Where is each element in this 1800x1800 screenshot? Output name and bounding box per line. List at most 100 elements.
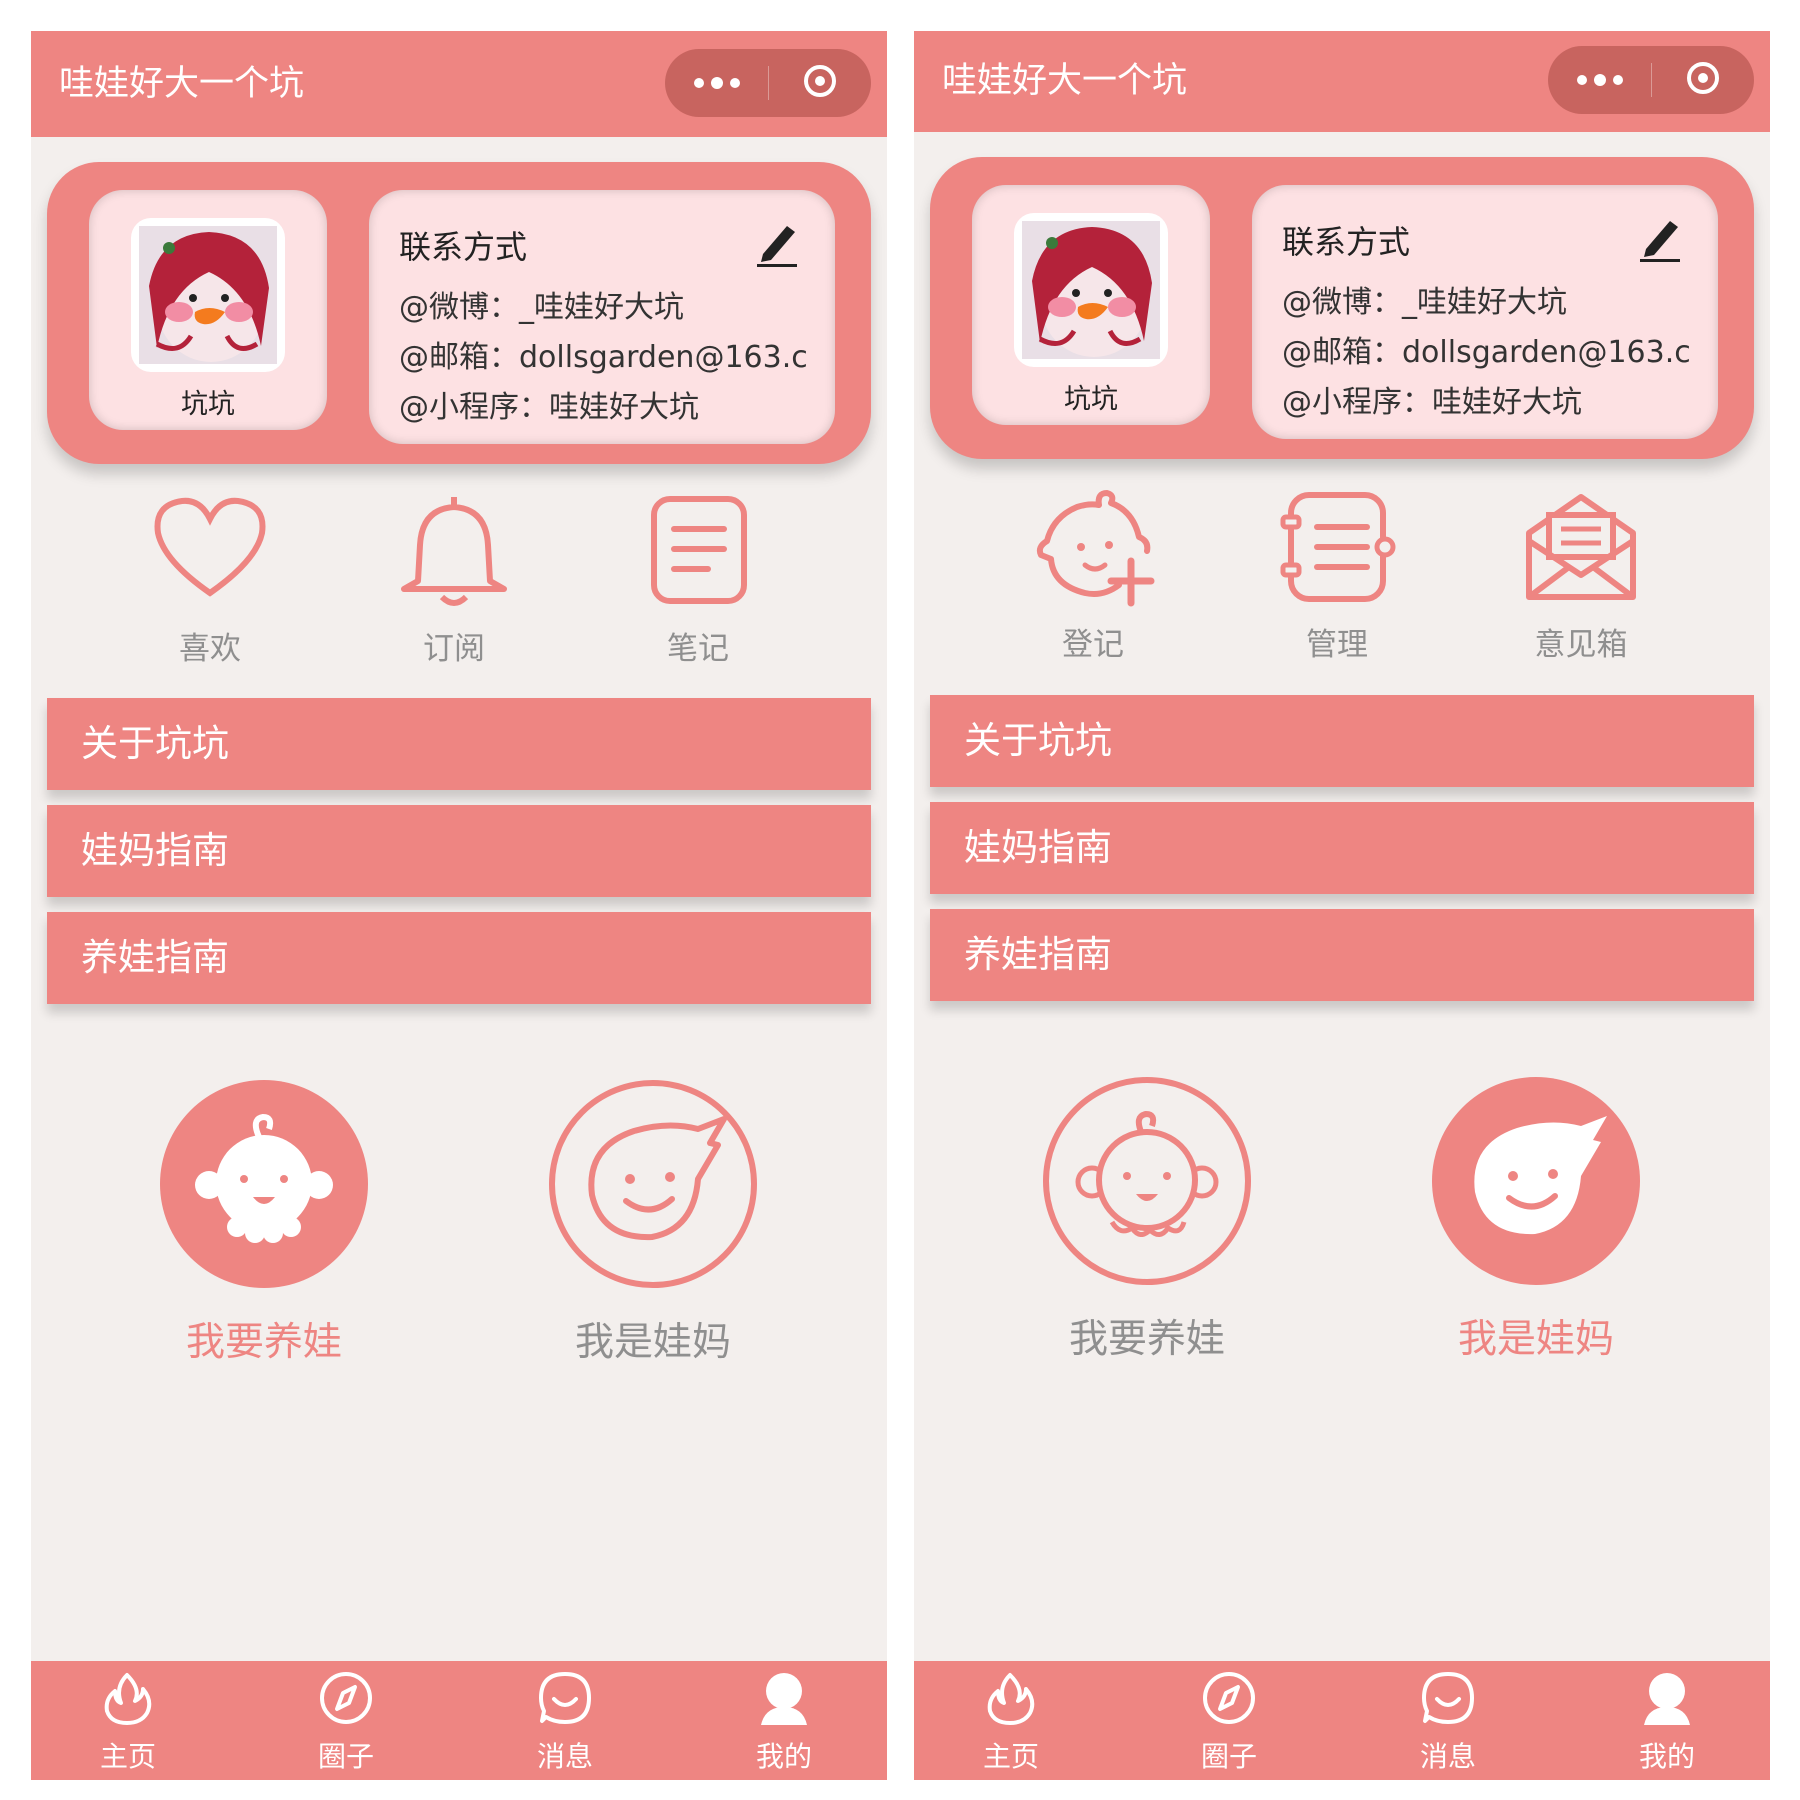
heart-icon [154, 497, 266, 597]
menu-item-raising-guide[interactable]: 养娃指南 [47, 912, 871, 1004]
tab-label-home: 主页 [982, 1740, 1039, 1773]
quick-action-register[interactable]: 登记 [993, 489, 1193, 663]
tab-label-mine: 我的 [755, 1740, 812, 1773]
edit-pencil-icon[interactable] [1636, 213, 1684, 263]
menu-label-raising-guide: 养娃指南 [964, 933, 1112, 976]
quick-action-notes[interactable]: 笔记 [598, 493, 798, 667]
contact-email: @邮箱：dollsgarden@163.c [399, 340, 808, 375]
avatar-panel[interactable]: 坑坑 [972, 185, 1210, 425]
tab-label-home: 主页 [99, 1740, 156, 1773]
close-target-icon[interactable] [804, 65, 836, 97]
quick-action-like[interactable]: 喜欢 [110, 493, 310, 667]
tab-circle[interactable]: 圈子 [1174, 1661, 1284, 1780]
tab-label-messages: 消息 [1419, 1740, 1476, 1773]
nickname: 坑坑 [181, 389, 235, 420]
duck-avatar-icon [1022, 221, 1160, 359]
user-icon [761, 1673, 807, 1725]
baby-register-icon [1036, 490, 1155, 607]
role-label-doll-mom: 我是娃妈 [1457, 1317, 1614, 1362]
contact-weibo: @微博：_哇娃好大坑 [1282, 285, 1567, 320]
role-raise-doll[interactable]: 我要养娃 [139, 1079, 379, 1365]
chat-icon [539, 1672, 591, 1724]
role-doll-mom[interactable]: 我是娃妈 [1411, 1076, 1651, 1362]
tab-label-mine: 我的 [1638, 1740, 1695, 1773]
quick-label-register: 登记 [1062, 627, 1124, 663]
flame-icon [104, 1673, 152, 1725]
quick-label-like: 喜欢 [179, 631, 241, 667]
phone-screen-right: 哇娃好大一个坑 坑坑 联系方式 @微博：_哇娃好大坑 @邮箱：dollsgard… [914, 31, 1770, 1780]
contact-panel: 联系方式 @微博：_哇娃好大坑 @邮箱：dollsgarden@163.c @小… [369, 190, 835, 444]
mini-program-capsule [665, 49, 871, 117]
chat-icon [1422, 1672, 1474, 1724]
contact-panel: 联系方式 @微博：_哇娃好大坑 @邮箱：dollsgarden@163.c @小… [1252, 185, 1718, 439]
more-menu-button[interactable] [1548, 46, 1651, 114]
tab-mine[interactable]: 我的 [729, 1661, 839, 1780]
menu-label-mom-guide: 娃妈指南 [964, 826, 1112, 869]
phone-screen-left: 哇娃好大一个坑 坑坑 联系方式 @微博：_哇娃好大坑 @邮箱：dollsgard… [31, 31, 887, 1780]
avatar[interactable] [131, 218, 285, 372]
tab-label-circle: 圈子 [317, 1740, 374, 1773]
role-label-raise-doll: 我要养娃 [1068, 1317, 1225, 1362]
edit-pencil-icon[interactable] [753, 218, 801, 268]
contact-weibo: @微博：_哇娃好大坑 [399, 290, 684, 325]
role-label-raise-doll: 我要养娃 [185, 1320, 342, 1365]
contact-title: 联系方式 [1282, 223, 1411, 261]
baby-icon [1043, 1077, 1251, 1285]
tab-label-circle: 圈子 [1200, 1740, 1257, 1773]
capsule-divider [768, 66, 769, 100]
mom-face-icon [549, 1080, 757, 1288]
quick-label-manage: 管理 [1306, 627, 1368, 663]
title-bar: 哇娃好大一个坑 [31, 31, 887, 137]
tab-circle[interactable]: 圈子 [291, 1661, 401, 1780]
avatar-panel[interactable]: 坑坑 [89, 190, 327, 430]
tab-messages[interactable]: 消息 [1393, 1661, 1503, 1780]
contact-miniprogram: @小程序：哇娃好大坑 [399, 390, 699, 425]
compass-icon [1203, 1672, 1255, 1724]
role-doll-mom[interactable]: 我是娃妈 [528, 1079, 768, 1365]
avatar[interactable] [1014, 213, 1168, 367]
tab-messages[interactable]: 消息 [510, 1661, 620, 1780]
mini-program-capsule [1548, 46, 1754, 114]
profile-card: 坑坑 联系方式 @微博：_哇娃好大坑 @邮箱：dollsgarden@163.c… [930, 157, 1754, 459]
capsule-divider [1651, 63, 1652, 97]
menu-item-raising-guide[interactable]: 养娃指南 [930, 909, 1754, 1001]
bell-icon [401, 497, 507, 606]
quick-action-mailbox[interactable]: 意见箱 [1481, 489, 1681, 663]
quick-label-notes: 笔记 [667, 631, 729, 667]
mailbox-icon [1526, 494, 1636, 600]
baby-icon [160, 1080, 368, 1288]
role-raise-doll[interactable]: 我要养娃 [1022, 1076, 1262, 1362]
menu-item-mom-guide[interactable]: 娃妈指南 [47, 805, 871, 897]
manage-icon [1280, 492, 1396, 602]
duck-avatar-icon [139, 226, 277, 364]
contact-title: 联系方式 [399, 228, 528, 266]
flame-icon [987, 1673, 1035, 1725]
nickname: 坑坑 [1064, 384, 1118, 415]
tab-mine[interactable]: 我的 [1612, 1661, 1722, 1780]
menu-label-mom-guide: 娃妈指南 [81, 829, 229, 872]
tab-label-messages: 消息 [536, 1740, 593, 1773]
menu-label-about: 关于坑坑 [81, 722, 229, 765]
tab-home[interactable]: 主页 [73, 1661, 183, 1780]
mom-face-icon [1432, 1077, 1640, 1285]
quick-label-mailbox: 意见箱 [1534, 627, 1628, 663]
close-target-icon[interactable] [1687, 62, 1719, 94]
tab-bar: 主页 圈子 消息 我的 [31, 1661, 887, 1780]
app-title: 哇娃好大一个坑 [942, 61, 1188, 101]
contact-email: @邮箱：dollsgarden@163.c [1282, 335, 1691, 370]
compass-icon [320, 1672, 372, 1724]
user-icon [1644, 1673, 1690, 1725]
app-title: 哇娃好大一个坑 [59, 64, 305, 104]
tab-home[interactable]: 主页 [956, 1661, 1066, 1780]
more-menu-button[interactable] [665, 49, 768, 117]
tab-bar: 主页 圈子 消息 我的 [914, 1661, 1770, 1780]
quick-action-subscribe[interactable]: 订阅 [354, 493, 554, 667]
menu-item-about[interactable]: 关于坑坑 [930, 695, 1754, 787]
notes-icon [651, 496, 747, 604]
quick-label-subscribe: 订阅 [423, 631, 485, 667]
profile-card: 坑坑 联系方式 @微博：_哇娃好大坑 @邮箱：dollsgarden@163.c… [47, 162, 871, 464]
menu-item-about[interactable]: 关于坑坑 [47, 698, 871, 790]
menu-label-raising-guide: 养娃指南 [81, 936, 229, 979]
quick-action-manage[interactable]: 管理 [1237, 489, 1437, 663]
menu-item-mom-guide[interactable]: 娃妈指南 [930, 802, 1754, 894]
